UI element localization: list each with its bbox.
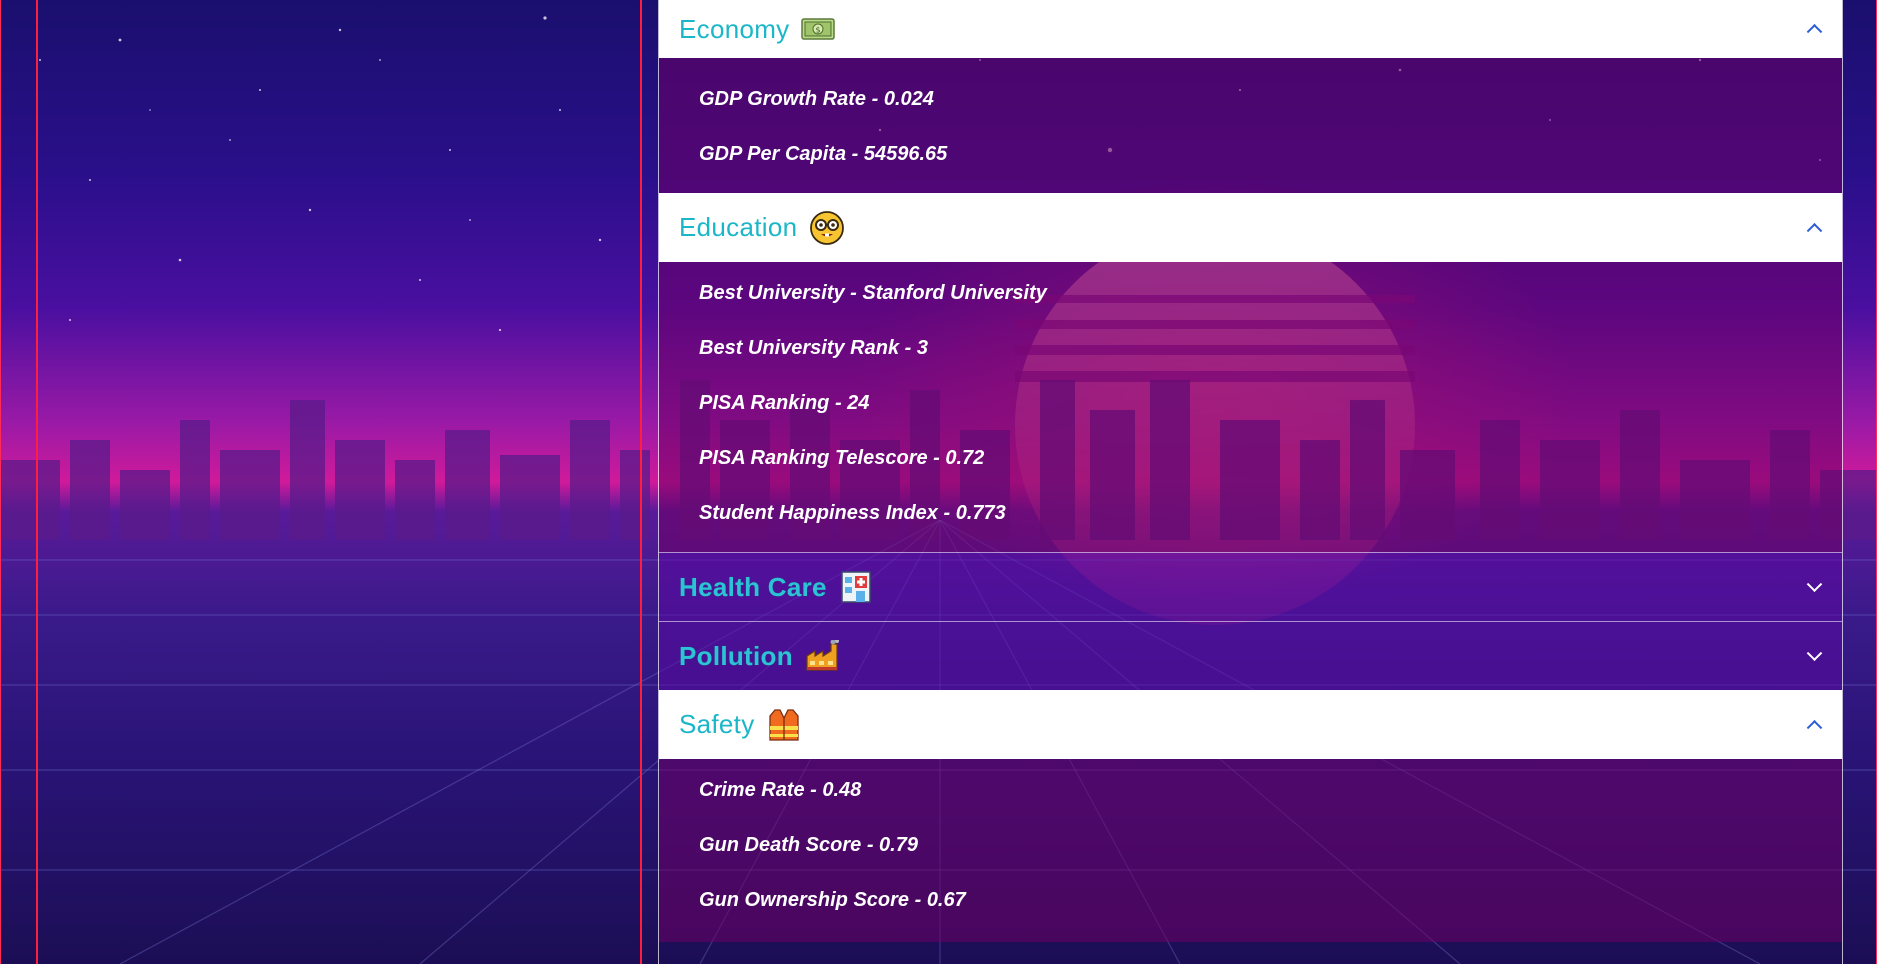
- education-body: Best University - Stanford University Be…: [659, 262, 1842, 552]
- safety-header[interactable]: Safety: [659, 690, 1842, 759]
- economy-body: GDP Growth Rate - 0.024 GDP Per Capita -…: [659, 58, 1842, 193]
- list-item: Crime Rate - 0.48: [699, 779, 862, 801]
- chevron-up-icon[interactable]: [1806, 23, 1823, 40]
- safety-vest-icon: [767, 708, 801, 742]
- left-edge-line: [0, 0, 1, 964]
- education-header[interactable]: Education: [659, 193, 1842, 262]
- category-accordion: Economy $ GDP Growth Rate - 0.024 GDP Pe…: [658, 0, 1843, 964]
- left-panel: [36, 0, 642, 964]
- list-item: GDP Per Capita - 54596.65: [699, 143, 948, 165]
- hospital-icon: [839, 570, 873, 604]
- list-item: Gun Ownership Score - 0.67: [699, 889, 966, 911]
- list-item: PISA Ranking Telescore - 0.72: [699, 447, 985, 469]
- list-item: Student Happiness Index - 0.773: [699, 502, 1006, 524]
- education-title: Education: [679, 212, 798, 242]
- chevron-up-icon[interactable]: [1806, 719, 1823, 736]
- list-item: Best University - Stanford University: [699, 282, 1047, 304]
- safety-body: Crime Rate - 0.48 Gun Death Score - 0.79…: [659, 759, 1842, 942]
- list-item: Best University Rank - 3: [699, 337, 928, 359]
- svg-text:$: $: [816, 26, 821, 35]
- chevron-down-icon[interactable]: [1806, 576, 1823, 593]
- chevron-up-icon[interactable]: [1806, 222, 1823, 239]
- pollution-title: Pollution: [679, 640, 793, 671]
- health-care-title: Health Care: [679, 571, 827, 602]
- list-item: Gun Death Score - 0.79: [699, 834, 918, 856]
- list-item: GDP Growth Rate - 0.024: [699, 88, 934, 110]
- money-icon: $: [801, 17, 836, 41]
- health-care-header[interactable]: Health Care: [659, 552, 1842, 621]
- pollution-header[interactable]: Pollution: [659, 621, 1842, 690]
- economy-title: Economy: [679, 13, 790, 44]
- list-item: PISA Ranking - 24: [699, 392, 870, 414]
- economy-header[interactable]: Economy $: [659, 0, 1842, 58]
- factory-icon: [805, 640, 841, 672]
- chevron-down-icon[interactable]: [1806, 645, 1823, 662]
- safety-title: Safety: [679, 709, 755, 739]
- nerd-face-icon: [809, 210, 845, 246]
